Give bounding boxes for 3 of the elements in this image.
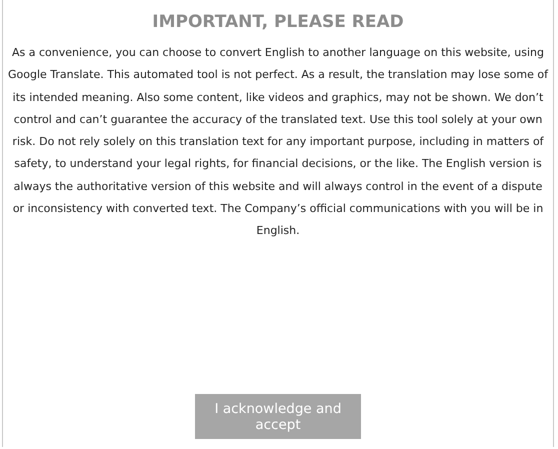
accept-button[interactable]: I acknowledge and accept [195, 394, 361, 439]
disclaimer-text: As a convenience, you can choose to convert English to another language on this website, using Google Translate. This automated tool is not perfect. As a result, the translation may lose some of its intended meaning. Also some content, like videos and graphics, may not be shown. We don’t control and can’t guarantee the accuracy of the translated text. Use this tool solely at your own risk. Do not rely solely on this translation text for any important purpose, including in matters of safety, to understand your legal rights, for financial decisions, or the like. The English version is always the authoritative version of this website and will always control in the event of a dispute or inconsistency with converted text. The Company’s official communications with you will be in English. [7, 45, 549, 240]
dialog-title: IMPORTANT, PLEASE READ [152, 12, 404, 32]
